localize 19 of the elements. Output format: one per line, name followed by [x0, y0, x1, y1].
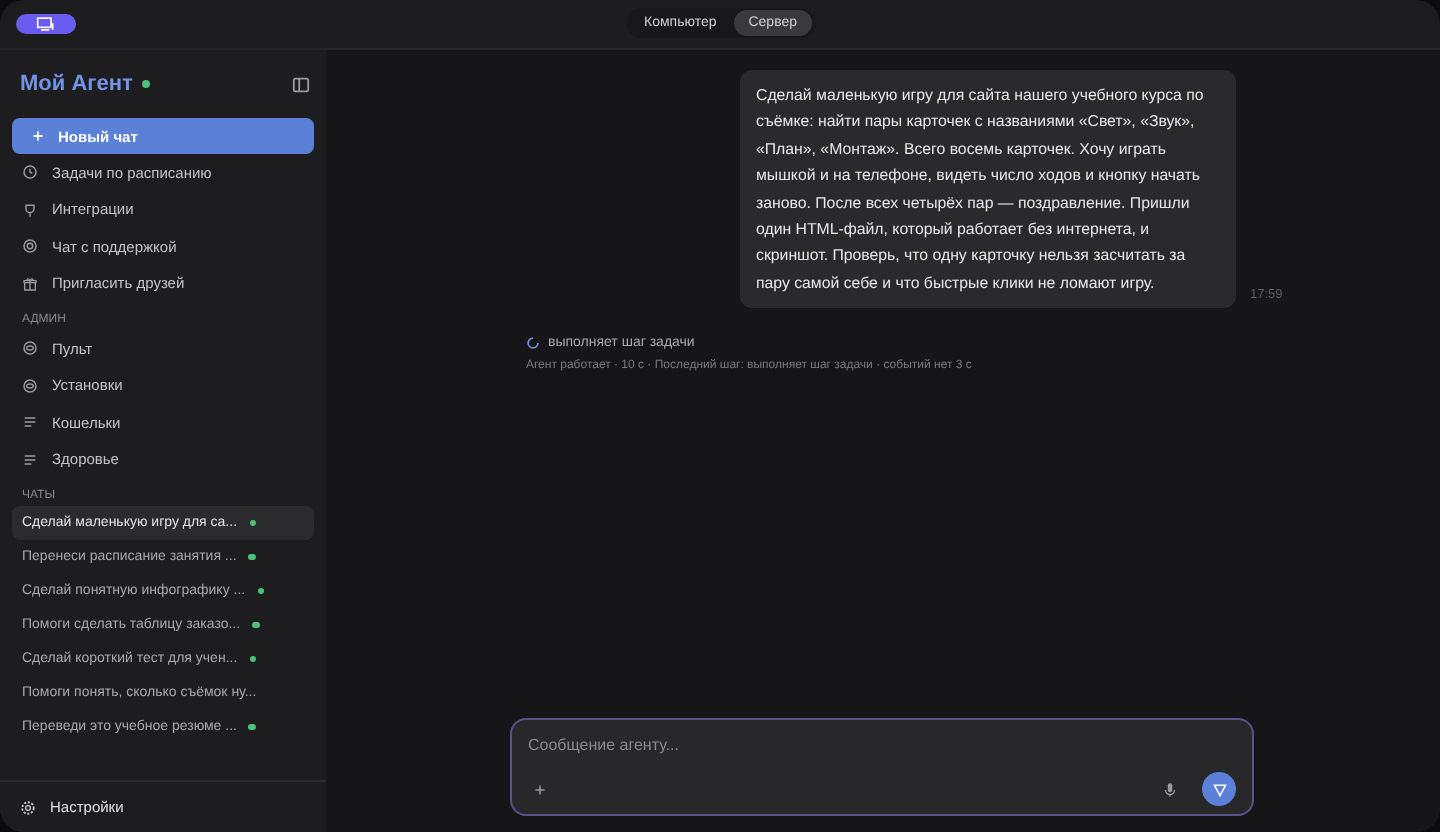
plus-icon	[32, 130, 44, 142]
settings-icon	[20, 799, 36, 815]
send-button[interactable]	[1202, 772, 1236, 806]
monitor-icon	[36, 16, 56, 32]
plus-icon[interactable]	[534, 783, 546, 795]
clock-icon	[22, 164, 38, 181]
lifebuoy-icon	[22, 238, 38, 255]
message-input[interactable]: Сообщение агенту...	[528, 728, 1236, 762]
spinner-icon	[526, 336, 540, 351]
list-icon	[22, 414, 38, 431]
gift-icon	[22, 275, 38, 292]
send-icon	[1211, 781, 1227, 797]
sidebar-toggle-icon[interactable]	[292, 75, 310, 93]
device-button[interactable]	[16, 14, 76, 34]
microphone-icon[interactable]	[1164, 781, 1176, 797]
list-icon	[22, 451, 38, 468]
app-title: Мой Агент	[20, 72, 133, 96]
plug-icon	[22, 201, 38, 218]
message-composer[interactable]: Сообщение агенту...	[510, 718, 1254, 816]
